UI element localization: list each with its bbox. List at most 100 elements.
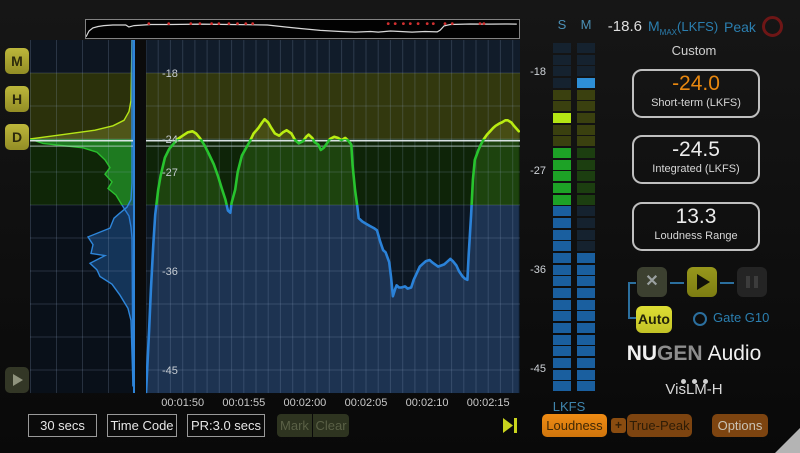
svg-text:-18: -18	[162, 68, 178, 80]
meter-segment-m	[577, 183, 595, 193]
meter-segment-m	[577, 335, 595, 345]
meter-segment-s	[553, 346, 571, 356]
peak-indicator-led[interactable]	[762, 16, 783, 37]
clear-button[interactable]: Clear	[313, 414, 349, 437]
meter-segment-m	[577, 288, 595, 298]
resize-grip[interactable]	[775, 428, 800, 453]
play-icon	[697, 274, 710, 290]
meter-segment-s	[553, 90, 571, 100]
loudness-overview-strip[interactable]	[85, 19, 520, 39]
integrated-readout[interactable]: -24.5 Integrated (LKFS)	[632, 135, 760, 184]
svg-text:00:01:50: 00:01:50	[161, 397, 204, 409]
loudness-range-readout[interactable]: 13.3 Loudness Range	[632, 202, 760, 251]
loudness-range-value: 13.3	[634, 204, 758, 230]
meter-segment-s	[553, 335, 571, 345]
window-length-button[interactable]: 30 secs	[28, 414, 97, 437]
meter-segment-m	[577, 300, 595, 310]
options-button[interactable]: Options	[712, 414, 768, 437]
true-peak-over-marker	[228, 22, 231, 25]
gate-radio-button[interactable]	[693, 312, 707, 326]
meter-segment-m	[577, 148, 595, 158]
true-peak-over-marker	[479, 22, 482, 25]
tab-true-peak[interactable]: True-Peak	[627, 414, 692, 437]
momentary-max-label: MMAX(LKFS)	[648, 18, 718, 37]
short-term-label: Short-term (LKFS)	[634, 97, 758, 109]
meter-segment-s	[553, 241, 571, 251]
meter-mode-m-button[interactable]: M	[5, 48, 29, 74]
meter-segment-m	[577, 101, 595, 111]
svg-text:00:02:15: 00:02:15	[467, 397, 510, 409]
short-term-readout[interactable]: -24.0 Short-term (LKFS)	[632, 69, 760, 118]
momentary-max-value: -18.6	[594, 18, 642, 35]
timecode-mode-button[interactable]: Time Code	[107, 414, 177, 437]
svg-text:00:02:05: 00:02:05	[345, 397, 388, 409]
meter-segment-m	[577, 230, 595, 240]
true-peak-over-marker	[444, 22, 447, 25]
reset-button[interactable]: ✕	[637, 267, 667, 297]
skip-to-end-icon[interactable]	[502, 417, 519, 434]
meter-segment-m	[577, 265, 595, 275]
meter-segment-s	[553, 125, 571, 135]
true-peak-over-marker	[451, 22, 454, 25]
tab-loudness[interactable]: Loudness	[542, 414, 607, 437]
true-peak-over-marker	[189, 22, 192, 25]
true-peak-over-marker	[394, 22, 397, 25]
meter-segment-s	[553, 206, 571, 216]
short-term-value: -24.0	[634, 71, 758, 97]
vislm-plugin-window: M H D -18-24-27-36-4500:01:5000:01:5500:…	[0, 0, 800, 453]
transport-connector	[720, 282, 734, 284]
auto-button[interactable]: Auto	[636, 306, 672, 333]
meter-segment-m	[577, 171, 595, 181]
meter-segment-s	[553, 230, 571, 240]
meter-segment-s	[553, 66, 571, 76]
meter-segment-m	[577, 241, 595, 251]
svg-text:-24: -24	[162, 134, 178, 146]
true-peak-over-marker	[167, 22, 170, 25]
true-peak-over-marker	[387, 22, 390, 25]
loudness-range-label: Loudness Range	[634, 230, 758, 242]
meter-segment-m	[577, 66, 595, 76]
meter-segment-s	[553, 323, 571, 333]
meter-segment-m	[577, 136, 595, 146]
meter-segment-s	[553, 55, 571, 65]
practical-range-button[interactable]: PR:3.0 secs	[187, 414, 265, 437]
svg-text:00:01:55: 00:01:55	[222, 397, 265, 409]
meter-segment-s	[553, 265, 571, 275]
replay-button[interactable]	[5, 367, 29, 393]
true-peak-over-marker	[147, 22, 150, 25]
meter-segment-s	[553, 253, 571, 263]
mark-button[interactable]: Mark	[277, 414, 312, 437]
s-meter-label: S	[552, 17, 572, 32]
transport-connector	[670, 282, 684, 284]
meter-segment-m	[577, 55, 595, 65]
svg-text:-45: -45	[162, 365, 178, 377]
meter-segment-s	[553, 288, 571, 298]
meter-segment-m	[577, 125, 595, 135]
true-peak-over-marker	[417, 22, 420, 25]
product-name: VisLM-H	[612, 381, 776, 398]
reset-icon: ✕	[645, 273, 658, 290]
meter-segment-m	[577, 253, 595, 263]
add-view-button[interactable]: +	[611, 418, 626, 433]
meter-segment-m	[577, 113, 595, 123]
meter-segment-m	[577, 43, 595, 53]
meter-segment-m	[577, 346, 595, 356]
meter-segment-s	[553, 311, 571, 321]
true-peak-over-marker	[199, 22, 202, 25]
meter-mode-h-button[interactable]: H	[5, 86, 29, 112]
pause-button[interactable]	[737, 267, 767, 297]
true-peak-over-marker	[251, 22, 254, 25]
peak-label: Peak	[724, 19, 756, 35]
meter-scale-label: -27	[514, 165, 546, 177]
meter-mode-d-button[interactable]: D	[5, 124, 29, 150]
meter-segment-m	[577, 160, 595, 170]
loudness-history-chart[interactable]: -18-24-27-36-4500:01:5000:01:5500:02:000…	[30, 40, 520, 415]
true-peak-over-marker	[218, 22, 221, 25]
gate-label: Gate G10	[713, 310, 769, 325]
meter-segment-s	[553, 370, 571, 380]
true-peak-over-marker	[426, 22, 429, 25]
meter-segment-m	[577, 358, 595, 368]
svg-text:-27: -27	[162, 167, 178, 179]
play-button[interactable]	[687, 267, 717, 297]
meter-segment-s	[553, 101, 571, 111]
